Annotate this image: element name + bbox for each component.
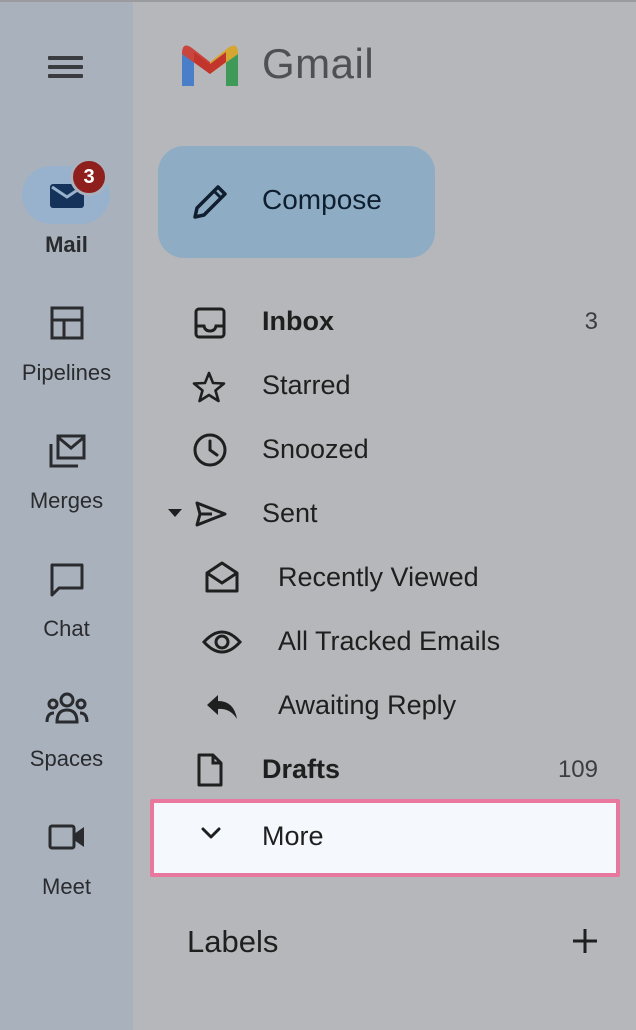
rail-item-label: Mail — [45, 232, 88, 257]
star-icon — [192, 370, 226, 409]
rail-item-label: Pipelines — [21, 360, 112, 385]
nav-item-all-tracked-emails[interactable]: All Tracked Emails — [150, 612, 620, 672]
open-mail-icon — [204, 560, 240, 599]
add-label-icon[interactable] — [570, 926, 600, 961]
send-icon — [194, 500, 228, 533]
rail-item-meet[interactable]: Meet — [0, 816, 133, 926]
inbox-icon — [194, 307, 226, 344]
nav-item-awaiting-reply[interactable]: Awaiting Reply — [150, 676, 620, 736]
rail-item-label: Merges — [29, 488, 104, 513]
nav-item-label: All Tracked Emails — [278, 626, 501, 656]
meet-icon — [48, 822, 86, 857]
rail-item-pipelines[interactable]: Pipelines — [0, 300, 133, 410]
nav-item-starred[interactable]: Starred — [150, 356, 620, 416]
nav-item-label: Starred — [262, 370, 351, 400]
nav-item-inbox[interactable]: Inbox 3 — [150, 292, 620, 352]
chat-icon — [49, 562, 85, 603]
app-title: Gmail — [262, 40, 375, 87]
rail-item-label: Chat — [43, 616, 90, 641]
rail-item-label: Spaces — [29, 746, 104, 771]
nav-item-label: Inbox — [262, 306, 334, 336]
clock-icon — [192, 432, 228, 473]
chevron-down-icon — [200, 825, 222, 846]
nav-item-drafts[interactable]: Drafts 109 — [150, 740, 620, 800]
nav-item-recently-viewed[interactable]: Recently Viewed — [150, 548, 620, 608]
unread-count: 3 — [584, 308, 598, 335]
nav-item-sent[interactable]: Sent — [150, 484, 620, 544]
compose-button[interactable]: Compose — [158, 146, 435, 258]
nav-item-label: Sent — [262, 498, 318, 528]
nav-item-label: Recently Viewed — [278, 562, 479, 592]
more-button[interactable]: More — [150, 799, 620, 877]
nav-item-label: Awaiting Reply — [278, 690, 457, 720]
compose-label: Compose — [262, 184, 382, 215]
draft-icon — [196, 752, 224, 793]
unread-badge: 3 — [70, 158, 108, 196]
gmail-logo-icon[interactable] — [178, 42, 242, 90]
nav-item-snoozed[interactable]: Snoozed — [150, 420, 620, 480]
rail-item-label: Meet — [42, 874, 91, 899]
spaces-icon — [45, 692, 89, 731]
rail-item-spaces[interactable]: Spaces — [0, 688, 133, 798]
rail-item-merges[interactable]: Merges — [0, 430, 133, 540]
draft-count: 109 — [557, 756, 598, 783]
eye-icon — [201, 628, 243, 661]
labels-heading: Labels — [187, 924, 279, 959]
merges-icon — [48, 434, 86, 475]
caret-down-icon[interactable] — [166, 506, 184, 524]
nav-item-label: Drafts — [262, 754, 341, 784]
rail-item-mail[interactable]: Mail — [0, 160, 133, 270]
reply-icon — [204, 692, 240, 727]
main-menu-button[interactable] — [44, 52, 88, 82]
nav-item-label: Snoozed — [262, 434, 369, 464]
rail-item-chat[interactable]: Chat — [0, 558, 133, 668]
more-label: More — [262, 821, 324, 851]
pencil-icon — [190, 182, 230, 227]
pipelines-icon — [50, 306, 84, 345]
